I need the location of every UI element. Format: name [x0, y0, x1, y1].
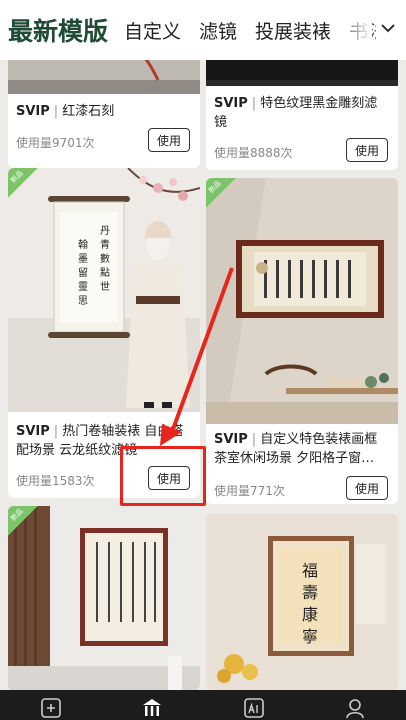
profile-user-icon[interactable]: [343, 696, 367, 720]
templates-museum-icon[interactable]: [140, 696, 164, 720]
create-plus-icon[interactable]: [39, 696, 63, 720]
annotation-arrow: [160, 267, 234, 446]
tab-mounting[interactable]: 投展装裱: [255, 17, 331, 44]
tabs-fade: [342, 14, 372, 48]
tab-filter[interactable]: 滤镜: [199, 17, 237, 44]
tab-custom[interactable]: 自定义: [124, 17, 181, 44]
bottom-nav: [0, 690, 406, 720]
category-tabs: 最新模版 自定义 滤镜 投展装裱 书法: [0, 0, 406, 60]
expand-tabs-chevron-icon[interactable]: [376, 16, 400, 40]
tab-latest-templates[interactable]: 最新模版: [8, 12, 108, 48]
ai-image-icon[interactable]: [242, 696, 266, 720]
annotation-highlight-box: [120, 446, 206, 506]
